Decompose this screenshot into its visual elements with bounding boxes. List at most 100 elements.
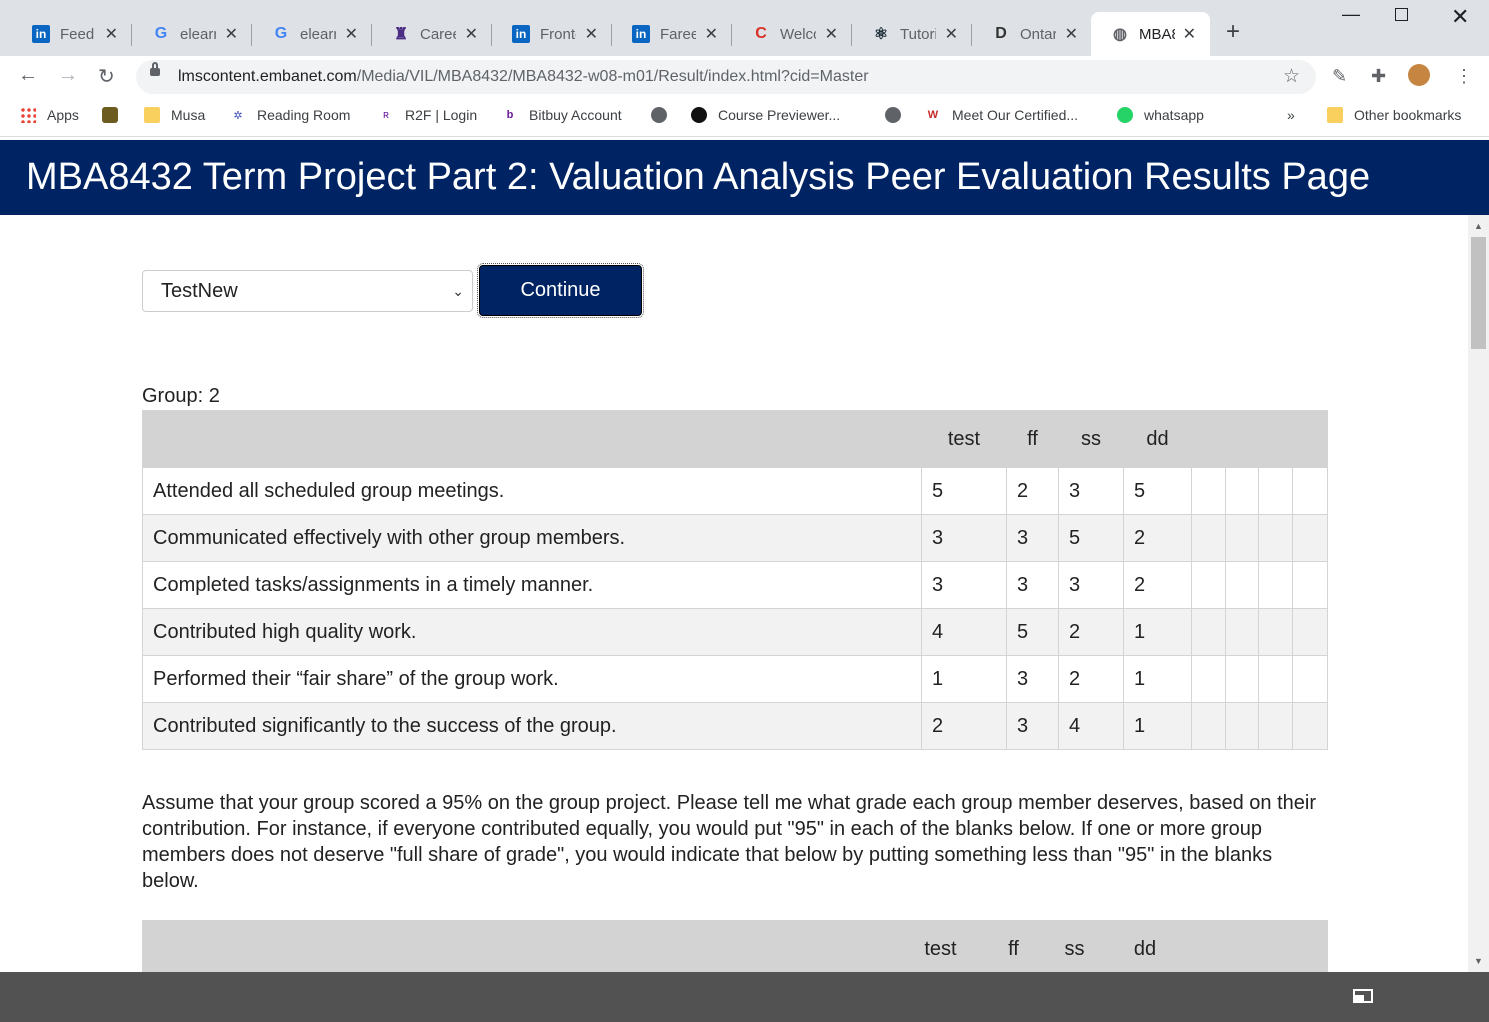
close-tab-icon[interactable]: ✕ bbox=[705, 24, 718, 44]
bookmark-label: Musa bbox=[171, 107, 206, 123]
close-tab-icon[interactable]: ✕ bbox=[825, 24, 838, 44]
globe-icon bbox=[651, 107, 667, 123]
close-window-button[interactable]: ✕ bbox=[1451, 4, 1469, 30]
close-tab-icon[interactable]: ✕ bbox=[345, 24, 358, 44]
other-bookmarks-label: Other bookmarks bbox=[1354, 107, 1462, 123]
table-row: Completed tasks/assignments in a timely … bbox=[142, 561, 1328, 609]
browser-tab[interactable]: in Fronte ✕ bbox=[492, 12, 612, 56]
bookmark-item[interactable]: W Meet Our Certified... bbox=[925, 107, 1078, 123]
page-title: MBA8432 Term Project Part 2: Valuation A… bbox=[0, 140, 1489, 215]
bookmark-item[interactable]: b Bitbuy Account bbox=[502, 107, 622, 123]
evaluation-select-value: TestNew bbox=[161, 280, 238, 302]
bookmark-item[interactable]: ✲ Reading Room bbox=[230, 107, 350, 123]
maximize-button[interactable] bbox=[1395, 8, 1408, 21]
close-tab-icon[interactable]: ✕ bbox=[945, 24, 958, 44]
score-cell bbox=[1191, 467, 1226, 515]
browser-tab[interactable]: in Feed | ✕ bbox=[12, 12, 132, 56]
score-cell: 1 bbox=[1123, 655, 1192, 703]
bookmarks-overflow-button[interactable]: » bbox=[1287, 107, 1295, 123]
criterion-cell: Attended all scheduled group meetings. bbox=[142, 467, 922, 515]
bookmark-label: whatsapp bbox=[1144, 107, 1204, 123]
close-tab-icon[interactable]: ✕ bbox=[225, 24, 238, 44]
close-tab-icon[interactable]: ✕ bbox=[105, 24, 118, 44]
globe-icon bbox=[885, 107, 901, 123]
table-header-row: test ff ss dd bbox=[142, 410, 1328, 468]
reload-button[interactable]: ↻ bbox=[98, 64, 115, 89]
grade-member-header: ff bbox=[986, 920, 1041, 972]
bookmark-item[interactable]: Course Previewer... bbox=[691, 107, 840, 123]
browser-tab[interactable]: C Welco ✕ bbox=[732, 12, 852, 56]
criterion-cell: Communicated effectively with other grou… bbox=[142, 514, 922, 562]
forward-button[interactable]: → bbox=[58, 64, 78, 87]
tab-title: Feed | bbox=[60, 25, 96, 43]
table-row: Performed their “fair share” of the grou… bbox=[142, 655, 1328, 703]
score-cell bbox=[1225, 655, 1259, 703]
browser-tab[interactable]: ♜ Career ✕ bbox=[372, 12, 492, 56]
scroll-up-arrow-icon[interactable]: ▲ bbox=[1474, 221, 1483, 231]
browser-toolbar: ← → ↻ lmscontent.embanet.com/Media/VIL/M… bbox=[0, 56, 1489, 98]
bookmarks-bar: Apps Musa ✲ Reading Room ʀ R2F | Login b Bitbuy… bbox=[0, 98, 1489, 137]
browser-tab[interactable]: Gelearn ✕ bbox=[252, 12, 372, 56]
bookmark-item[interactable] bbox=[651, 107, 678, 123]
browser-tab[interactable]: ◍ MBA8 ✕ bbox=[1091, 12, 1210, 56]
other-bookmarks[interactable]: Other bookmarks bbox=[1327, 107, 1461, 123]
browser-tab[interactable]: D Ontar ✕ bbox=[972, 12, 1092, 56]
browser-tab[interactable]: in Fareed ✕ bbox=[612, 12, 732, 56]
score-cell: 2 bbox=[1123, 514, 1192, 562]
reading-room-icon: ✲ bbox=[233, 109, 243, 122]
grade-member-header bbox=[1181, 920, 1219, 972]
score-cell bbox=[1225, 608, 1259, 656]
score-cell: 5 bbox=[921, 467, 1007, 515]
whatsapp-icon bbox=[1117, 107, 1133, 123]
bookmark-item[interactable] bbox=[102, 107, 129, 123]
score-cell: 4 bbox=[921, 608, 1007, 656]
menu-dots-icon[interactable]: ⋮ bbox=[1455, 66, 1473, 87]
score-cell bbox=[1258, 467, 1293, 515]
new-tab-button[interactable]: + bbox=[1226, 18, 1240, 46]
profile-avatar-icon[interactable] bbox=[1408, 64, 1430, 86]
scrollbar-thumb[interactable] bbox=[1471, 237, 1486, 349]
member-header: dd bbox=[1123, 410, 1192, 468]
eyedropper-extension-icon[interactable]: ✎ bbox=[1332, 66, 1347, 87]
close-tab-icon[interactable]: ✕ bbox=[585, 24, 598, 44]
show-desktop-icon[interactable] bbox=[1353, 989, 1373, 1003]
grade-instructions: Assume that your group scored a 95% on t… bbox=[142, 792, 1317, 892]
bookmark-item[interactable]: whatsapp bbox=[1117, 107, 1204, 123]
close-tab-icon[interactable]: ✕ bbox=[1183, 24, 1196, 44]
browser-tab[interactable]: Gelearn ✕ bbox=[132, 12, 252, 56]
extensions-puzzle-icon[interactable]: ✚ bbox=[1371, 66, 1386, 87]
tab-title: elearn bbox=[300, 25, 336, 43]
google-icon: G bbox=[274, 25, 288, 42]
meet-certified-icon: W bbox=[927, 109, 939, 121]
continue-button[interactable]: Continue bbox=[477, 263, 644, 318]
bookmark-item[interactable]: Apps bbox=[20, 107, 79, 123]
close-tab-icon[interactable]: ✕ bbox=[1065, 24, 1078, 44]
university-shield-icon: ♜ bbox=[393, 26, 409, 43]
evaluation-select[interactable]: TestNew ⌄ bbox=[142, 270, 473, 312]
close-tab-icon[interactable]: ✕ bbox=[465, 24, 478, 44]
scroll-down-arrow-icon[interactable]: ▼ bbox=[1474, 956, 1483, 966]
minimize-button[interactable]: — bbox=[1342, 4, 1360, 25]
criterion-cell: Completed tasks/assignments in a timely … bbox=[142, 561, 922, 609]
bookmark-item[interactable] bbox=[885, 107, 912, 123]
browser-tab[interactable]: ⚛ Tutori ✕ bbox=[852, 12, 972, 56]
back-button[interactable]: ← bbox=[18, 64, 38, 87]
bookmark-star-icon[interactable]: ☆ bbox=[1283, 65, 1300, 88]
c-logo-icon: C bbox=[755, 25, 767, 42]
bookmark-item[interactable]: ʀ R2F | Login bbox=[378, 107, 477, 123]
chevron-down-icon: ⌄ bbox=[452, 283, 464, 299]
tab-title: Tutori bbox=[900, 25, 936, 43]
score-cell bbox=[1258, 608, 1293, 656]
score-cell: 3 bbox=[921, 514, 1007, 562]
tab-title: Welco bbox=[780, 25, 816, 43]
grade-member-header: test bbox=[894, 920, 987, 972]
page-scrollbar[interactable]: ▲ ▼ bbox=[1468, 215, 1489, 972]
score-cell bbox=[1191, 655, 1226, 703]
member-header bbox=[1292, 410, 1328, 468]
address-bar[interactable]: lmscontent.embanet.com/Media/VIL/MBA8432… bbox=[136, 60, 1316, 94]
score-cell: 1 bbox=[921, 655, 1007, 703]
score-cell: 3 bbox=[1006, 702, 1059, 750]
bookmark-item[interactable]: Musa bbox=[144, 107, 205, 123]
table-row: Attended all scheduled group meetings. 5 2… bbox=[142, 467, 1328, 515]
grade-member-header bbox=[1218, 920, 1254, 972]
